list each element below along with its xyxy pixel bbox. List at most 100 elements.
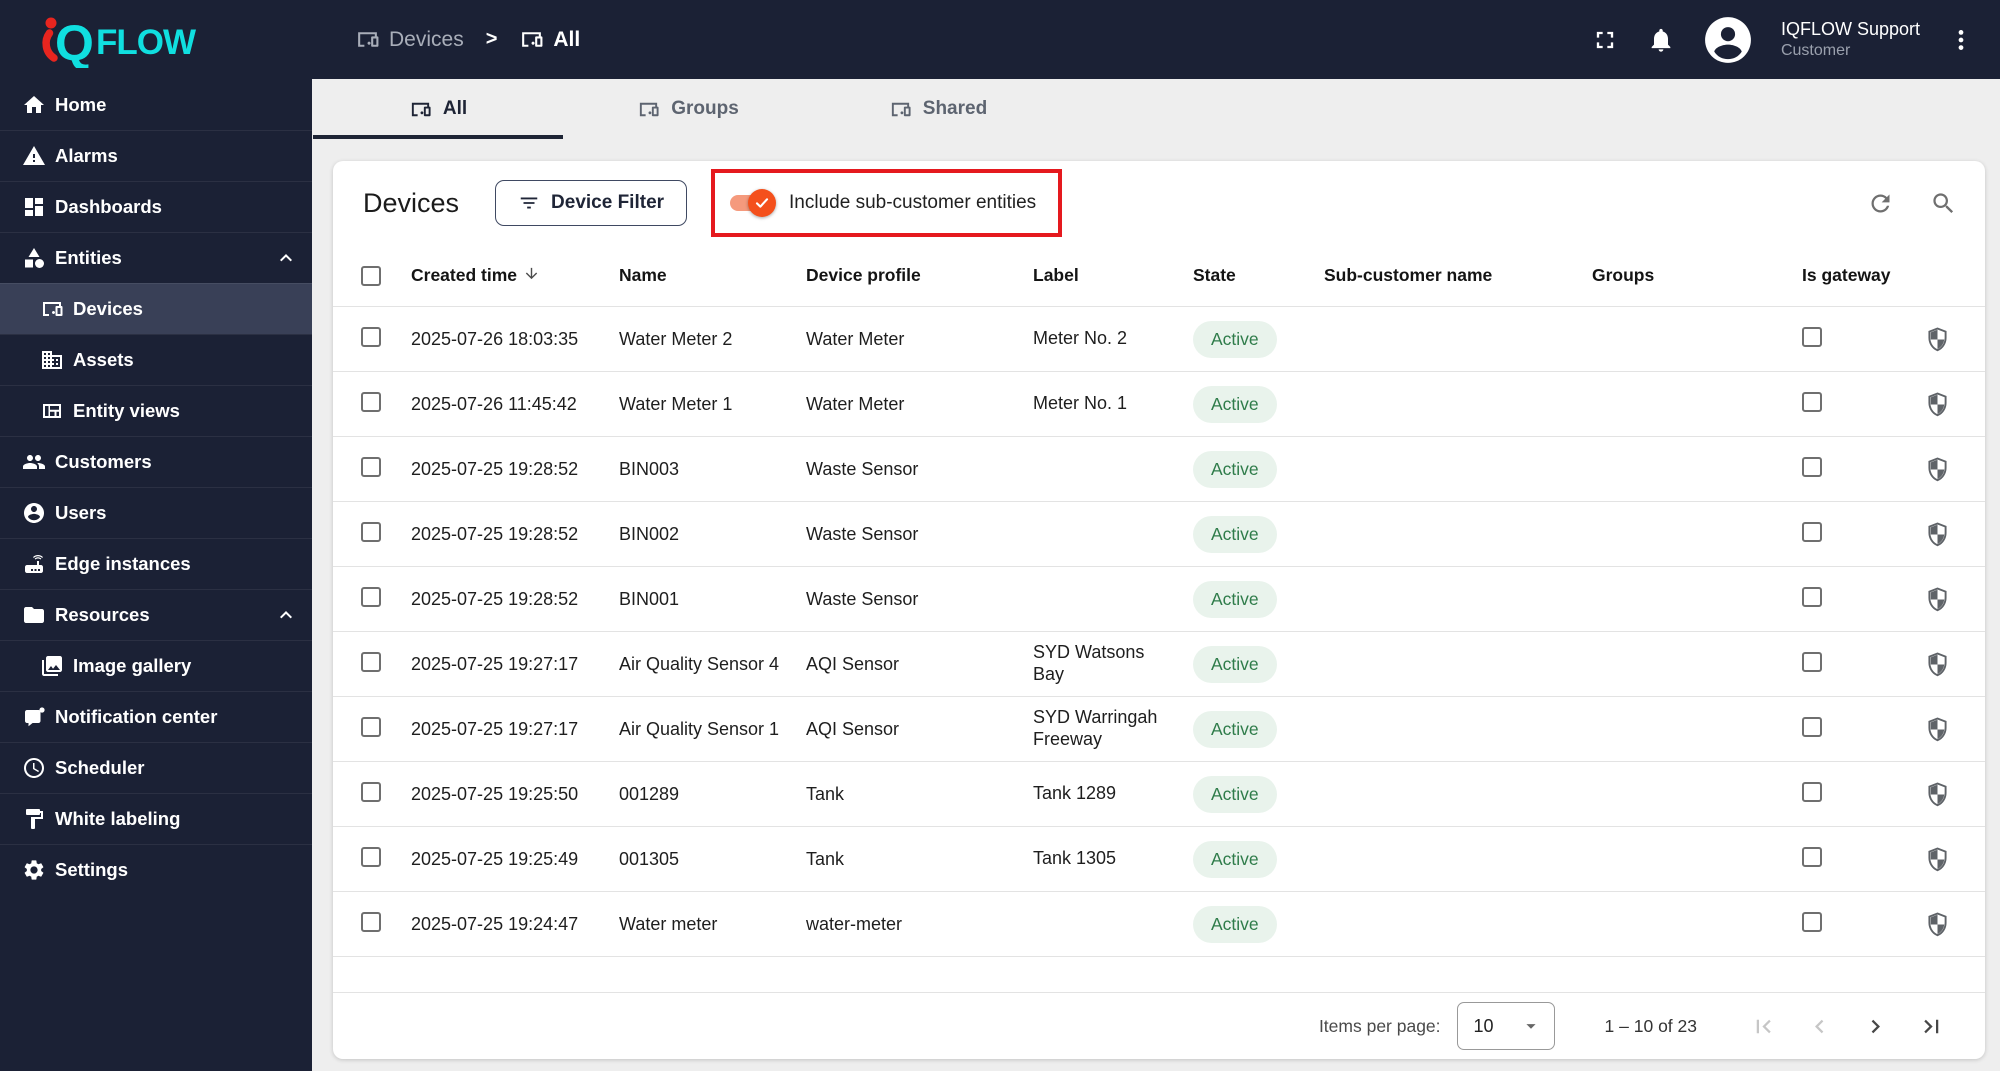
fullscreen-button[interactable] bbox=[1591, 26, 1619, 54]
sidebar-item-notification-center[interactable]: Notification center bbox=[0, 691, 312, 742]
device-filter-button[interactable]: Device Filter bbox=[495, 180, 688, 226]
column-header-sub-customer[interactable]: Sub-customer name bbox=[1324, 265, 1592, 286]
sidebar-item-users[interactable]: Users bbox=[0, 487, 312, 538]
row-checkbox[interactable] bbox=[361, 586, 381, 607]
device-credentials-cell[interactable] bbox=[1912, 911, 1957, 938]
device-credentials-cell[interactable] bbox=[1912, 521, 1957, 548]
gateway-checkbox[interactable] bbox=[1802, 846, 1822, 867]
notifications-button[interactable] bbox=[1647, 26, 1675, 54]
column-header-device-profile[interactable]: Device profile bbox=[806, 265, 1033, 286]
user-info[interactable]: IQFLOW Support Customer bbox=[1781, 18, 1920, 61]
select-all-checkbox[interactable] bbox=[361, 265, 381, 286]
gateway-checkbox[interactable] bbox=[1802, 651, 1822, 672]
breadcrumb-item-all[interactable]: All bbox=[519, 27, 580, 52]
row-checkbox[interactable] bbox=[361, 716, 381, 737]
device-credentials-cell[interactable] bbox=[1912, 846, 1957, 873]
column-header-state[interactable]: State bbox=[1193, 265, 1324, 286]
device-credentials-cell[interactable] bbox=[1912, 456, 1957, 483]
table-row[interactable]: 2025-07-25 19:25:49 001305 Tank Tank 130… bbox=[333, 826, 1985, 891]
user-menu-button[interactable] bbox=[1948, 27, 1974, 53]
table-header-row: Created time Name Device profile Label S… bbox=[333, 245, 1985, 306]
row-checkbox[interactable] bbox=[361, 846, 381, 867]
table-row[interactable]: 2025-07-25 19:24:47 Water meter water-me… bbox=[333, 891, 1985, 956]
device-credentials-cell[interactable] bbox=[1912, 716, 1957, 743]
shield-icon bbox=[1924, 521, 1951, 548]
device-credentials-cell[interactable] bbox=[1912, 651, 1957, 678]
row-checkbox[interactable] bbox=[361, 781, 381, 802]
gateway-checkbox[interactable] bbox=[1802, 326, 1822, 347]
column-header-created-time[interactable]: Created time bbox=[411, 265, 619, 287]
shield-icon bbox=[1924, 586, 1951, 613]
include-subcustomer-toggle[interactable] bbox=[730, 188, 777, 218]
column-header-groups[interactable]: Groups bbox=[1592, 265, 1802, 286]
sidebar-item-settings[interactable]: Settings bbox=[0, 844, 312, 895]
next-page-button[interactable] bbox=[1847, 1002, 1903, 1050]
tab-groups[interactable]: Groups bbox=[563, 79, 813, 139]
device-credentials-cell[interactable] bbox=[1912, 391, 1957, 418]
table-row[interactable]: 2025-07-26 11:45:42 Water Meter 1 Water … bbox=[333, 371, 1985, 436]
column-header-is-gateway[interactable]: Is gateway bbox=[1802, 265, 1912, 286]
gateway-checkbox[interactable] bbox=[1802, 911, 1822, 932]
bell-icon bbox=[1647, 26, 1675, 54]
row-checkbox[interactable] bbox=[361, 521, 381, 542]
table-row[interactable]: 2025-07-25 19:25:50 001289 Tank Tank 128… bbox=[333, 761, 1985, 826]
column-header-name[interactable]: Name bbox=[619, 265, 806, 286]
cell-created-time: 2025-07-25 19:27:17 bbox=[411, 653, 579, 674]
tab-shared[interactable]: Shared bbox=[813, 79, 1063, 139]
shield-icon bbox=[1924, 456, 1951, 483]
table-row[interactable]: 2025-07-26 18:03:35 Water Meter 2 Water … bbox=[333, 306, 1985, 371]
gateway-checkbox[interactable] bbox=[1802, 521, 1822, 542]
cell-device-profile: Tank bbox=[806, 783, 845, 804]
first-page-button[interactable] bbox=[1735, 1002, 1791, 1050]
table-row[interactable]: 2025-07-25 19:27:17 Air Quality Sensor 4… bbox=[333, 631, 1985, 696]
brand-logo[interactable]: Q FLOW bbox=[0, 12, 312, 68]
last-page-button[interactable] bbox=[1903, 1002, 1959, 1050]
gateway-checkbox[interactable] bbox=[1802, 391, 1822, 412]
row-checkbox[interactable] bbox=[361, 911, 381, 932]
search-button[interactable] bbox=[1930, 190, 1957, 217]
sidebar-item-entities[interactable]: Entities bbox=[0, 232, 312, 283]
device-credentials-cell[interactable] bbox=[1912, 326, 1957, 353]
gateway-checkbox[interactable] bbox=[1802, 781, 1822, 802]
cell-label: Meter No. 1 bbox=[1033, 393, 1128, 414]
gateway-checkbox[interactable] bbox=[1802, 456, 1822, 477]
gateway-checkbox[interactable] bbox=[1802, 716, 1822, 737]
sidebar-item-assets[interactable]: Assets bbox=[0, 334, 312, 385]
table-row[interactable]: 2025-07-25 19:27:17 Air Quality Sensor 1… bbox=[333, 696, 1985, 761]
table-row[interactable]: 2025-07-25 19:28:52 BIN002 Waste Sensor … bbox=[333, 501, 1985, 566]
avatar[interactable] bbox=[1703, 15, 1753, 65]
tab-all[interactable]: All bbox=[313, 79, 563, 139]
sidebar-item-devices[interactable]: Devices bbox=[0, 283, 312, 334]
device-credentials-cell[interactable] bbox=[1912, 781, 1957, 808]
cell-created-time: 2025-07-26 18:03:35 bbox=[411, 328, 579, 349]
sidebar-item-resources[interactable]: Resources bbox=[0, 589, 312, 640]
state-badge: Active bbox=[1193, 515, 1277, 553]
sidebar-item-white-labeling[interactable]: White labeling bbox=[0, 793, 312, 844]
row-checkbox[interactable] bbox=[361, 391, 381, 412]
sidebar-item-label: Notification center bbox=[55, 706, 218, 727]
sidebar-item-dashboards[interactable]: Dashboards bbox=[0, 181, 312, 232]
clock-icon bbox=[22, 756, 46, 780]
column-header-label[interactable]: Label bbox=[1033, 265, 1193, 286]
sidebar-item-label: Entity views bbox=[73, 400, 180, 421]
table-row[interactable]: 2025-07-25 19:28:52 BIN001 Waste Sensor … bbox=[333, 566, 1985, 631]
brand-logo-graphic: Q FLOW bbox=[42, 15, 197, 68]
sidebar-item-home[interactable]: Home bbox=[0, 79, 312, 130]
sidebar-item-scheduler[interactable]: Scheduler bbox=[0, 742, 312, 793]
user-name: IQFLOW Support bbox=[1780, 19, 1920, 40]
previous-page-button[interactable] bbox=[1791, 1002, 1847, 1050]
sidebar-item-entity-views[interactable]: Entity views bbox=[0, 385, 312, 436]
gateway-checkbox[interactable] bbox=[1802, 586, 1822, 607]
row-checkbox[interactable] bbox=[361, 651, 381, 672]
row-checkbox[interactable] bbox=[361, 326, 381, 347]
items-per-page-select[interactable]: 10 bbox=[1456, 1002, 1555, 1050]
refresh-button[interactable] bbox=[1867, 190, 1894, 217]
sidebar-item-customers[interactable]: Customers bbox=[0, 436, 312, 487]
table-row[interactable]: 2025-07-25 19:28:52 BIN003 Waste Sensor … bbox=[333, 436, 1985, 501]
device-credentials-cell[interactable] bbox=[1912, 586, 1957, 613]
breadcrumb-item-devices[interactable]: Devices bbox=[355, 27, 464, 52]
sidebar-item-alarms[interactable]: Alarms bbox=[0, 130, 312, 181]
sidebar-item-image-gallery[interactable]: Image gallery bbox=[0, 640, 312, 691]
sidebar-item-edge-instances[interactable]: Edge instances bbox=[0, 538, 312, 589]
row-checkbox[interactable] bbox=[361, 456, 381, 477]
